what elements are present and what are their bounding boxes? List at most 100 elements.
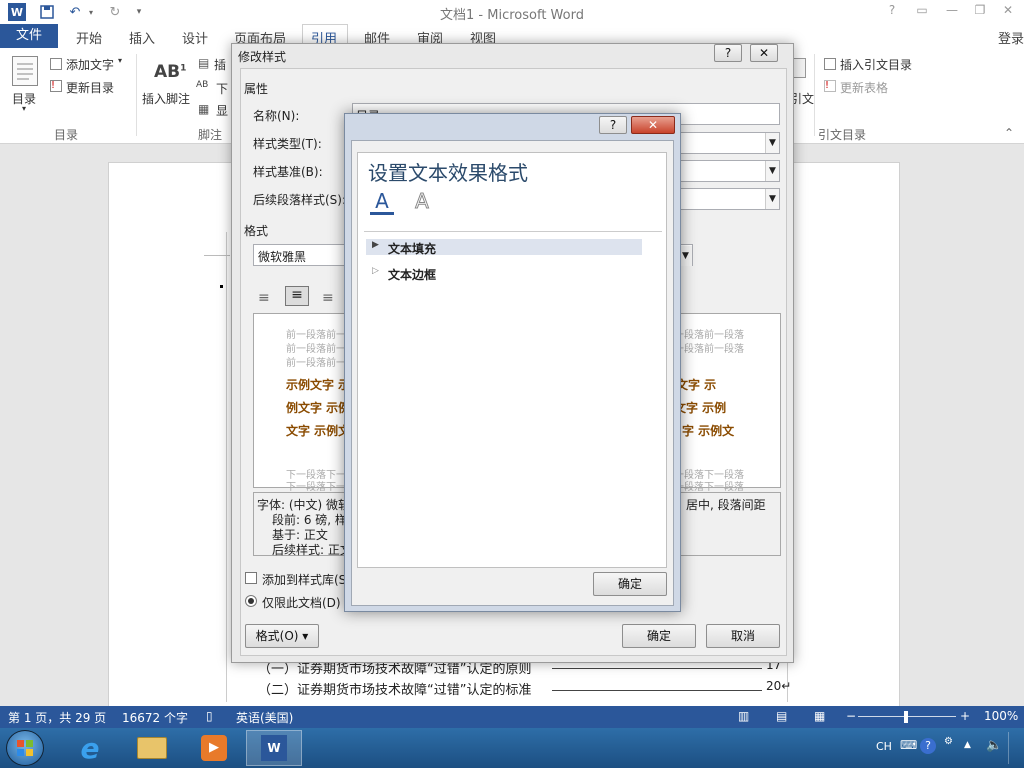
format-menu-button[interactable]: 格式(O) ▾ — [245, 624, 319, 648]
add-text-dropdown-icon[interactable]: ▾ — [118, 56, 122, 65]
text-fill-outline-icon[interactable]: A — [370, 189, 394, 215]
expand-arrow-icon[interactable]: ▶ — [372, 240, 379, 250]
dialog-help-button[interactable]: ? — [599, 116, 627, 134]
dialog-close-button[interactable]: ✕ — [631, 116, 675, 134]
word-count[interactable]: 16672 个字 — [122, 709, 188, 726]
web-layout-icon[interactable]: ▦ — [814, 709, 825, 723]
next-footnote-partial[interactable]: 下 — [216, 80, 228, 97]
text-effects-icon[interactable]: A — [410, 189, 434, 215]
close-icon[interactable]: ✕ — [998, 3, 1018, 21]
print-layout-icon[interactable]: ▤ — [776, 709, 787, 723]
align-right-icon[interactable]: ≡ — [322, 290, 334, 306]
minimize-icon[interactable]: — — [942, 3, 962, 21]
preview-next-text: 下一段落下一 — [286, 482, 346, 493]
group-separator — [136, 54, 137, 136]
title-bar: W ↶ ▾ ↻ ▾ 文档1 - Microsoft Word ? ▭ — ❐ ✕ — [0, 0, 1024, 24]
ime-indicator[interactable]: CH — [876, 740, 892, 753]
zoom-in-icon[interactable]: + — [960, 709, 970, 723]
start-button[interactable] — [6, 730, 44, 766]
only-this-doc-radio[interactable] — [245, 595, 257, 607]
keyboard-icon[interactable]: ⌨ — [900, 738, 917, 752]
ok-button[interactable]: 确定 — [622, 624, 696, 648]
next-footnote-icon[interactable]: AB — [196, 80, 208, 90]
ok-button[interactable]: 确定 — [593, 572, 667, 596]
preview-prev-text: 前一段落前一 — [286, 330, 346, 341]
text-fill-label[interactable]: 文本填充 — [388, 240, 436, 257]
zoom-out-icon[interactable]: − — [846, 709, 856, 723]
add-to-gallery-checkbox[interactable] — [245, 572, 257, 584]
toc-icon[interactable] — [12, 56, 38, 86]
insert-toa-button[interactable]: 插入引文目录 — [840, 56, 912, 73]
description-line: 后续样式: 正文 — [272, 543, 352, 557]
insert-footnote-button[interactable]: 插入脚注 — [142, 90, 190, 107]
read-mode-icon[interactable]: ▥ — [738, 709, 749, 723]
media-player-icon[interactable]: ▶ — [186, 730, 242, 766]
restore-icon[interactable]: ❐ — [970, 3, 990, 21]
chevron-down-icon[interactable]: ▼ — [765, 189, 779, 209]
description-line: 居中, 段落间距 — [686, 498, 766, 512]
footnote-icon[interactable]: AB1 — [154, 62, 186, 82]
doc-line[interactable]: （二）证券期货市场技术故障“过错”认定的标准 — [258, 679, 531, 698]
preview-prev-text: 一段落前一段落 — [674, 344, 744, 355]
preview-sample-text: 文字 示例文 — [286, 424, 351, 438]
text-effects-dialog: ? ✕ 设置文本效果格式 A A ▶ 文本填充 ▷ 文本边框 确定 — [344, 113, 681, 612]
volume-icon[interactable]: 🔈 — [986, 738, 1002, 753]
language[interactable]: 英语(美国) — [236, 709, 293, 726]
update-table-button: 更新表格 — [840, 81, 889, 95]
page-count[interactable]: 第 1 页，共 29 页 — [8, 709, 106, 726]
ribbon-display-icon[interactable]: ▭ — [912, 3, 932, 21]
text-outline-label[interactable]: 文本边框 — [388, 266, 436, 283]
dialog-close-button[interactable]: ✕ — [750, 44, 778, 62]
add-text-icon — [50, 58, 62, 70]
cancel-button[interactable]: 取消 — [706, 624, 780, 648]
show-notes-partial[interactable]: 显 — [216, 102, 228, 119]
expand-arrow-icon[interactable]: ▷ — [372, 266, 379, 276]
ime-settings-icon[interactable]: ⚙ — [944, 736, 953, 747]
dialog-help-button[interactable]: ? — [714, 44, 742, 62]
update-toc-button[interactable]: 更新目录 — [66, 79, 114, 96]
chevron-down-icon[interactable]: ▼ — [765, 161, 779, 181]
internet-explorer-icon[interactable]: e — [62, 730, 118, 766]
name-label: 名称(N): — [253, 109, 300, 123]
show-notes-icon[interactable]: ▦ — [198, 102, 209, 116]
show-desktop-button[interactable] — [1008, 732, 1022, 764]
preview-prev-text: 前一段落前一 — [286, 358, 346, 369]
align-center-icon[interactable]: ≡ — [285, 286, 309, 306]
tab-file[interactable]: 文件 — [0, 24, 58, 48]
preview-prev-text: 前一段落前一 — [286, 344, 346, 355]
tab-home[interactable]: 开始 — [76, 28, 102, 47]
tray-expand-icon[interactable]: ▲ — [964, 740, 971, 750]
style-type-label: 样式类型(T): — [253, 137, 322, 151]
tab-design[interactable]: 设计 — [182, 28, 208, 47]
preview-next-text: 一段落下一段落 — [674, 482, 744, 493]
group-label-authorities: 引文目录 — [818, 128, 867, 142]
preview-sample-text: 字 示例文 — [682, 424, 735, 438]
zoom-level[interactable]: 100% — [984, 709, 1018, 723]
tab-insert[interactable]: 插入 — [129, 28, 155, 47]
insert-toa-icon — [824, 58, 836, 70]
based-on-label: 样式基准(B): — [253, 165, 323, 179]
help-tray-icon[interactable]: ? — [920, 738, 936, 754]
preview-prev-text: 一段落前一段落 — [674, 330, 744, 341]
align-left-icon[interactable]: ≡ — [258, 290, 270, 306]
doc-page-number: 20↵ — [766, 679, 792, 693]
doc-leader-line — [552, 668, 762, 669]
proofing-icon[interactable]: ▯ — [206, 709, 213, 723]
toc-dropdown-icon[interactable]: ▾ — [22, 104, 26, 113]
help-icon[interactable]: ? — [882, 3, 902, 21]
add-to-gallery-label[interactable]: 添加到样式库(S) — [262, 571, 351, 588]
status-bar: 第 1 页，共 29 页 16672 个字 ▯ 英语(美国) ▥ ▤ ▦ − +… — [0, 706, 1024, 728]
file-explorer-icon[interactable] — [124, 730, 180, 766]
collapse-ribbon-icon[interactable]: ⌃ — [1004, 126, 1014, 140]
chevron-down-icon[interactable]: ▼ — [765, 133, 779, 153]
insert-endnote-partial[interactable]: 插 — [214, 56, 226, 73]
add-text-button[interactable]: 添加文字 — [66, 56, 114, 73]
text-cursor — [220, 285, 223, 288]
effects-pane: 设置文本效果格式 A A ▶ 文本填充 ▷ 文本边框 — [357, 152, 667, 568]
only-this-doc-label[interactable]: 仅限此文档(D) — [262, 594, 341, 611]
word-taskbar-icon[interactable]: W — [246, 730, 302, 766]
taskbar: e ▶ W CH ⌨ ? ⚙ ▲ 🔈 — [0, 728, 1024, 768]
insert-endnote-icon[interactable]: ▤ — [198, 56, 209, 70]
zoom-slider-thumb[interactable] — [904, 711, 908, 723]
login-link[interactable]: 登录 — [998, 28, 1024, 47]
